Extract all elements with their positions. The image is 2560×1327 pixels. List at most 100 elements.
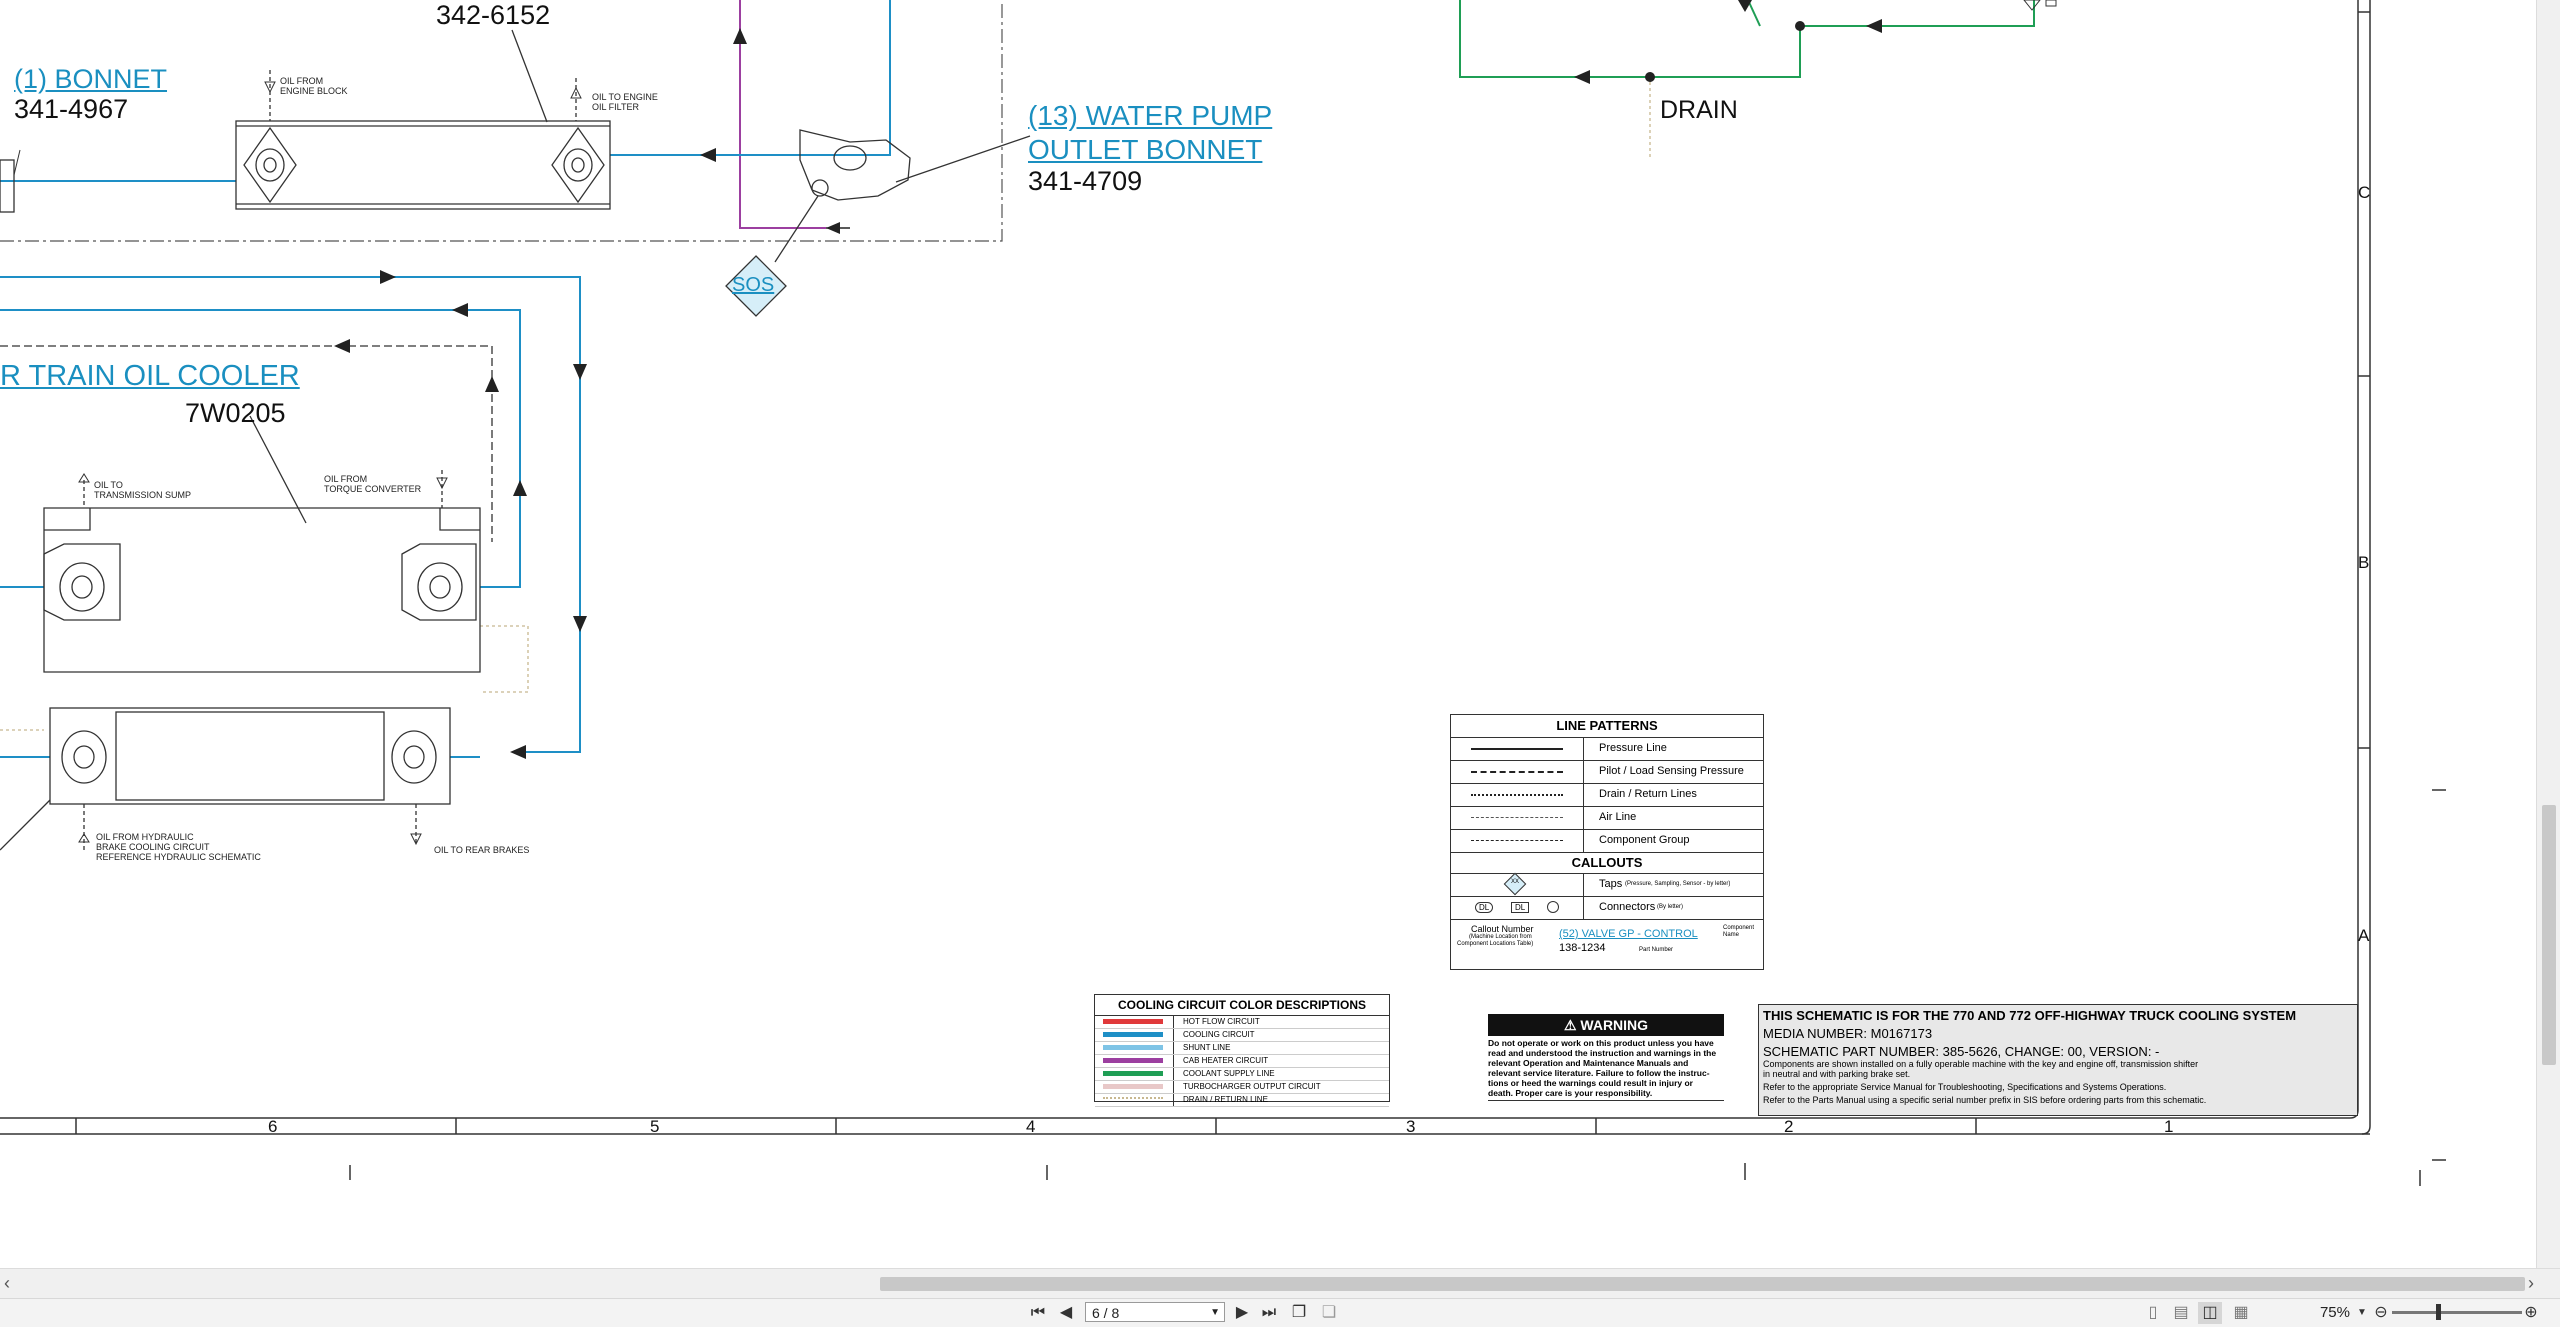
warning-line: death. Proper care is your responsibilit… xyxy=(1488,1088,1653,1098)
pattern-label: Pressure Line xyxy=(1599,742,1667,754)
color-label: TURBOCHARGER OUTPUT CIRCUIT xyxy=(1183,1082,1321,1091)
color-descriptions-title: COOLING CIRCUIT COLOR DESCRIPTIONS xyxy=(1095,995,1389,1016)
color-row: COOLING CIRCUIT xyxy=(1095,1029,1389,1042)
taps-label: Taps xyxy=(1599,878,1623,890)
grid-col-5: 5 xyxy=(650,1117,660,1136)
page-thumbnails-icon[interactable]: ❐ xyxy=(1288,1302,1310,1324)
line-patterns-legend: LINE PATTERNS Pressure Line Pilot / Load … xyxy=(1450,714,1764,970)
color-descriptions-legend: COOLING CIRCUIT COLOR DESCRIPTIONS HOT F… xyxy=(1094,994,1390,1107)
schematic-part-number: SCHEMATIC PART NUMBER: 385-5626, CHANGE:… xyxy=(1763,1044,2160,1059)
zoom-level[interactable]: 75% xyxy=(2280,1302,2350,1324)
connectors-note: (By letter) xyxy=(1657,904,1684,910)
chevron-down-icon[interactable]: ▼ xyxy=(1210,1303,1220,1323)
grid-col-6: 6 xyxy=(268,1117,278,1136)
connector-symbol-round xyxy=(1547,901,1559,913)
single-continuous-icon[interactable]: ▤ xyxy=(2170,1302,2192,1324)
warning-title: WARNING xyxy=(1580,1017,1649,1033)
zoom-dropdown-icon[interactable]: ▼ xyxy=(2355,1302,2369,1324)
warning-line: read and understood the instruction and … xyxy=(1488,1048,1717,1058)
pattern-row: Pilot / Load Sensing Pressure xyxy=(1451,761,1763,784)
color-label: DRAIN / RETURN LINE xyxy=(1183,1095,1268,1104)
scroll-right-arrow-icon[interactable]: › xyxy=(2528,1273,2534,1294)
pattern-sample xyxy=(1471,840,1563,841)
pattern-row: Pressure Line xyxy=(1451,738,1763,761)
drain-label: DRAIN xyxy=(1660,96,1738,124)
two-continuous-icon[interactable]: ▦ xyxy=(2230,1302,2252,1324)
water-pump-callout-line2[interactable]: OUTLET BONNET xyxy=(1028,134,1262,166)
last-page-icon[interactable]: ⏭ xyxy=(1258,1302,1280,1324)
warning-line: relevant service literature. Failure to … xyxy=(1488,1068,1710,1078)
grid-col-1: 1 xyxy=(2164,1117,2174,1136)
water-pump-callout-line1[interactable]: (13) WATER PUMP xyxy=(1028,100,1272,132)
pattern-row: Component Group xyxy=(1451,830,1763,853)
first-page-icon[interactable]: ⏮ xyxy=(1028,1302,1048,1324)
tap-symbol: XX xyxy=(1510,879,1519,885)
pattern-label: Component Group xyxy=(1599,834,1690,846)
vertical-scroll-thumb[interactable] xyxy=(2542,805,2556,1065)
page-indicator: 6 / 8 xyxy=(1092,1305,1120,1321)
color-swatch xyxy=(1103,1071,1163,1076)
taps-row: XX Taps (Pressure, Sampling, Sensor - by… xyxy=(1451,872,1763,897)
warning-box: ⚠ WARNING Do not operate or work on this… xyxy=(1488,1014,1724,1104)
grid-col-3: 3 xyxy=(1406,1117,1416,1136)
sos-tap[interactable]: SOS xyxy=(732,274,774,297)
component-name-line1: Component xyxy=(1723,925,1755,931)
train-cooler-callout[interactable]: R TRAIN OIL COOLER xyxy=(0,360,300,393)
top-part-number: 342-6152 xyxy=(436,0,551,30)
color-label: SHUNT LINE xyxy=(1183,1043,1231,1052)
prev-page-icon[interactable]: ◀ xyxy=(1056,1302,1076,1324)
bonnet-part-number: 341-4967 xyxy=(14,94,129,124)
color-swatch xyxy=(1103,1045,1163,1050)
pattern-label: Air Line xyxy=(1599,811,1637,823)
page-number-field[interactable]: 6 / 8 ▼ xyxy=(1085,1302,1225,1322)
callouts-title: CALLOUTS xyxy=(1451,853,1763,874)
document-canvas: (1) BONNET 341-4967 342-6152 (13) WATER … xyxy=(0,0,2536,1268)
bonnet-callout[interactable]: (1) BONNET xyxy=(14,64,167,95)
callout-number-label: Callout Number xyxy=(1471,924,1534,934)
color-label: CAB HEATER CIRCUIT xyxy=(1183,1056,1269,1065)
callout-example[interactable]: (52) VALVE GP - CONTROL xyxy=(1559,928,1698,940)
note-parts-manual: Refer to the Parts Manual using a specif… xyxy=(1763,1095,2207,1105)
color-row: CAB HEATER CIRCUIT xyxy=(1095,1055,1389,1068)
pattern-sample xyxy=(1471,748,1563,750)
scroll-left-arrow-icon[interactable]: ‹ xyxy=(4,1273,10,1294)
part-number-label: Part Number xyxy=(1639,947,1674,953)
callout-example-part: 138-1234 xyxy=(1559,942,1606,954)
title-block-heading: THIS SCHEMATIC IS FOR THE 770 AND 772 OF… xyxy=(1763,1008,2297,1023)
warning-triangle-icon: ⚠ xyxy=(1563,1017,1577,1033)
horizontal-scroll-thumb[interactable] xyxy=(880,1277,2525,1291)
color-swatch xyxy=(1103,1032,1163,1037)
connectors-label: Connectors xyxy=(1599,901,1656,913)
pattern-label: Drain / Return Lines xyxy=(1599,788,1697,800)
color-row: HOT FLOW CIRCUIT xyxy=(1095,1016,1389,1029)
color-swatch xyxy=(1103,1097,1163,1104)
zoom-in-icon[interactable]: ⊕ xyxy=(2522,1302,2540,1324)
callout-example-row: Callout Number (Machine Location from Co… xyxy=(1451,920,1763,966)
line-patterns-title: LINE PATTERNS xyxy=(1451,715,1763,738)
color-row: TURBOCHARGER OUTPUT CIRCUIT xyxy=(1095,1081,1389,1094)
next-page-icon[interactable]: ▶ xyxy=(1232,1302,1252,1324)
color-label: COOLANT SUPPLY LINE xyxy=(1183,1069,1275,1078)
taps-note: (Pressure, Sampling, Sensor - by letter) xyxy=(1625,881,1731,887)
vertical-scrollbar[interactable] xyxy=(2536,0,2560,1268)
grid-row-c: C xyxy=(2358,183,2371,202)
media-number: MEDIA NUMBER: M0167173 xyxy=(1763,1026,1933,1041)
horizontal-scrollbar[interactable]: ‹ › xyxy=(0,1268,2560,1299)
color-swatch xyxy=(1103,1019,1163,1024)
zoom-slider-knob[interactable] xyxy=(2436,1304,2441,1320)
connector-symbol-plug: DL xyxy=(1475,902,1494,913)
two-page-icon[interactable]: ◫ xyxy=(2198,1302,2222,1324)
connector-symbol-receptacle: DL xyxy=(1511,902,1530,913)
grid-row-b: B xyxy=(2358,553,2370,572)
component-name-line2: Name xyxy=(1723,932,1740,938)
zoom-out-icon[interactable]: ⊖ xyxy=(2372,1302,2390,1324)
pdf-viewer: (1) BONNET 341-4967 342-6152 (13) WATER … xyxy=(0,0,2560,1327)
callout-location-line2: Component Locations Table) xyxy=(1457,941,1534,947)
note-oil-from-engine-block: OIL FROM ENGINE BLOCK xyxy=(280,76,348,96)
page-copy-icon[interactable]: ❏ xyxy=(1318,1302,1340,1324)
zoom-slider[interactable] xyxy=(2392,1311,2522,1314)
viewer-toolbar: ⏮ ◀ 6 / 8 ▼ ▶ ⏭ ❐ ❏ ▯ ▤ ◫ ▦ 75% ▼ ⊖ ⊕ xyxy=(0,1298,2560,1327)
single-page-icon[interactable]: ▯ xyxy=(2142,1302,2164,1324)
connectors-row: DL DL Connectors (By letter) xyxy=(1451,897,1763,920)
pattern-sample xyxy=(1471,794,1563,796)
